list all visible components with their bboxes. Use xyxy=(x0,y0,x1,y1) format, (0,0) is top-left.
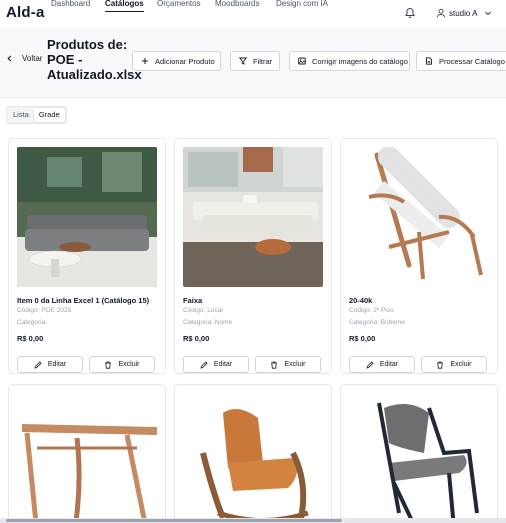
product-price: R$ 0,00 xyxy=(349,334,376,343)
product-card: Item 0 da Linha Excel 1 (Catálogo 15) Có… xyxy=(8,138,166,374)
pencil-icon xyxy=(34,360,42,369)
edit-button[interactable]: Editar xyxy=(183,356,249,373)
scrollbar-thumb[interactable] xyxy=(6,519,342,522)
product-code: Código: Local xyxy=(183,307,223,314)
product-category: Categoria: Boheme xyxy=(349,319,406,326)
chevron-left-icon xyxy=(7,55,12,62)
view-list-tab[interactable]: Lista xyxy=(8,108,34,122)
user-menu[interactable]: studio A xyxy=(436,7,492,19)
product-card xyxy=(340,384,498,523)
product-card: 20-40k Código: 2º Piso Categoria: Boheme… xyxy=(340,138,498,374)
product-image-rope-chair[interactable] xyxy=(349,147,489,287)
edit-button[interactable]: Editar xyxy=(17,356,83,373)
pencil-icon xyxy=(366,360,374,369)
back-label: Voltar xyxy=(22,54,43,63)
trash-icon xyxy=(271,361,278,369)
plus-icon xyxy=(142,58,148,64)
product-name: Faixa xyxy=(183,296,203,305)
delete-button[interactable]: Excluir xyxy=(255,356,321,373)
product-price: R$ 0,00 xyxy=(17,334,44,343)
product-image-sofa[interactable] xyxy=(17,147,157,287)
product-card: Faixa Código: Local Categoria: Nome R$ 0… xyxy=(174,138,332,374)
chevron-down-icon xyxy=(485,11,492,16)
product-name: 20-40k xyxy=(349,296,373,305)
product-category: Categoria: Nome xyxy=(183,319,233,326)
view-toggle: Lista Grade xyxy=(6,106,67,124)
page-title: Produtos de: POE - Atualizado.xlsx xyxy=(47,37,142,82)
top-navbar: Ald-a Dashboard Catálogos Orçamentos Moo… xyxy=(0,0,506,24)
product-name: Item 0 da Linha Excel 1 (Catálogo 15) xyxy=(17,296,150,305)
product-price: R$ 0,00 xyxy=(183,334,210,343)
nav-catalogos[interactable]: Catálogos xyxy=(105,0,144,12)
horizontal-scrollbar[interactable] xyxy=(0,518,506,523)
pencil-icon xyxy=(200,360,208,369)
product-image-side-table[interactable] xyxy=(17,393,157,523)
product-code: Código: 2º Piso xyxy=(349,307,394,314)
back-button[interactable]: Voltar xyxy=(6,54,42,63)
delete-button[interactable]: Excluir xyxy=(421,356,487,373)
add-product-button[interactable]: Adicionar Produto xyxy=(132,51,221,71)
nav-dashboard[interactable]: Dashboard xyxy=(51,0,90,9)
nav-orcamentos[interactable]: Orçamentos xyxy=(157,0,201,9)
product-code: Código: POE 2025 xyxy=(17,307,72,314)
trash-icon xyxy=(105,361,112,369)
view-grid-tab[interactable]: Grade xyxy=(33,108,65,122)
file-icon xyxy=(426,57,432,65)
fix-images-button[interactable]: Corrigir imagens do catálogo xyxy=(289,51,410,71)
user-name: studio A xyxy=(449,8,478,18)
app-logo[interactable]: Ald-a xyxy=(6,4,45,21)
edit-button[interactable]: Editar xyxy=(349,356,415,373)
product-image-sofa-room[interactable] xyxy=(183,147,323,287)
bell-icon[interactable] xyxy=(404,6,416,19)
image-icon xyxy=(298,57,306,65)
nav-design-ia[interactable]: Design com IA xyxy=(276,0,328,9)
product-card xyxy=(8,384,166,523)
user-icon xyxy=(436,8,446,18)
filter-button[interactable]: Filtrar xyxy=(230,51,280,71)
process-catalog-button[interactable]: Processar Catálogo Completo xyxy=(416,51,506,71)
product-image-leather-armchair[interactable] xyxy=(183,393,323,523)
trash-icon xyxy=(437,361,444,369)
product-card xyxy=(174,384,332,523)
product-image-black-armchair[interactable] xyxy=(349,393,489,523)
nav-moodboards[interactable]: Moodboards xyxy=(215,0,259,9)
filter-icon xyxy=(239,57,247,65)
delete-button[interactable]: Excluir xyxy=(89,356,155,373)
product-category: Categoria: xyxy=(17,319,47,326)
